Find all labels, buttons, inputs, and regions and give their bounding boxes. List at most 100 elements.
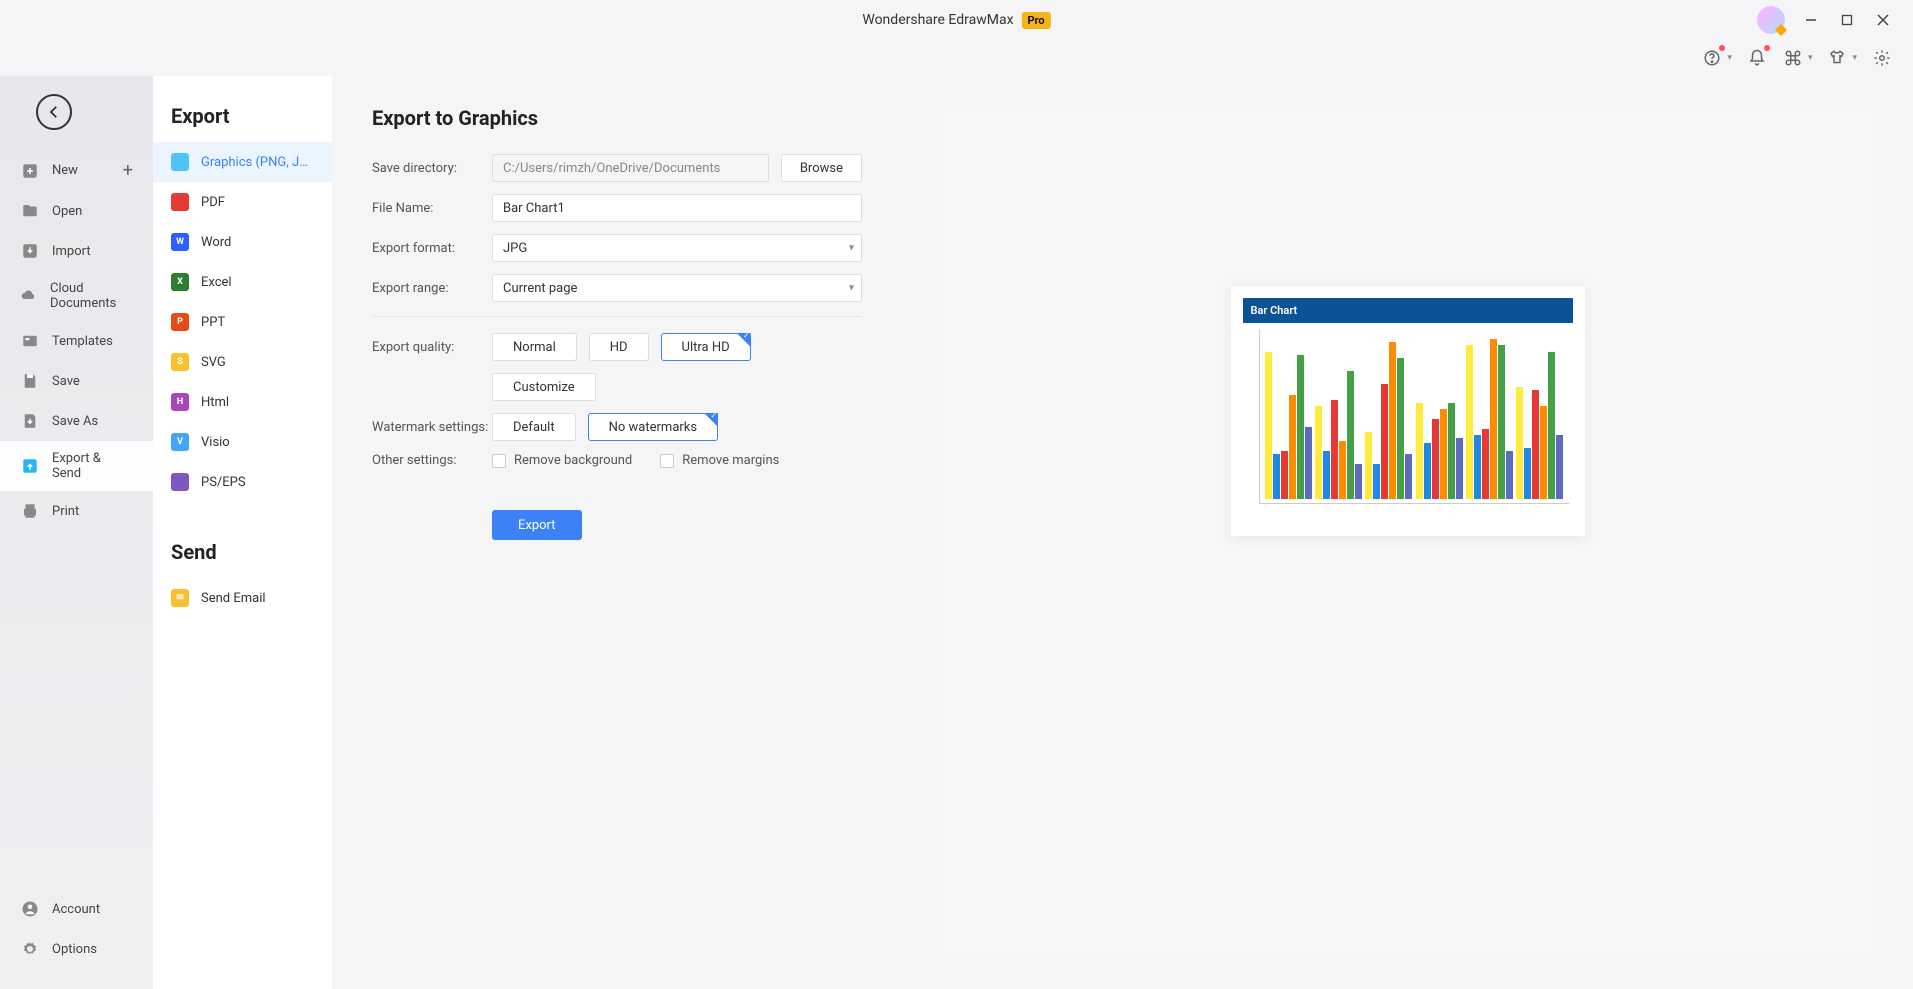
bar [1466, 345, 1473, 499]
bar [1373, 464, 1380, 499]
gear-icon[interactable] [1871, 47, 1893, 69]
maximize-button[interactable] [1837, 10, 1857, 30]
bar [1424, 443, 1431, 499]
help-icon[interactable] [1701, 47, 1723, 69]
nav-new[interactable]: New + [0, 150, 153, 191]
nav-save[interactable]: Save [0, 361, 153, 401]
nav-templates[interactable]: Templates [0, 321, 153, 361]
format-label: PS/EPS [201, 475, 246, 490]
bar [1432, 419, 1439, 499]
chevron-down-icon: ▾ [1852, 53, 1857, 63]
bell-icon[interactable] [1746, 47, 1768, 69]
format-item[interactable]: VVisio [153, 422, 332, 462]
label-export-range: Export range: [372, 281, 492, 296]
nav-label: Save [52, 374, 80, 389]
preview-title: Bar Chart [1243, 298, 1573, 323]
back-button[interactable] [36, 94, 72, 130]
browse-button[interactable]: Browse [781, 154, 862, 182]
mail-icon: ✉ [171, 589, 189, 607]
format-item[interactable]: W Word [153, 222, 332, 262]
nav-label: Open [52, 204, 82, 219]
nav-label: Cloud Documents [50, 281, 133, 311]
export-format-select[interactable] [492, 234, 862, 262]
format-item[interactable]: PPPT [153, 302, 332, 342]
bar [1556, 435, 1563, 499]
bar [1339, 441, 1346, 499]
bar [1281, 451, 1288, 499]
app-title: Wondershare EdrawMax [862, 12, 1013, 28]
export-icon [20, 456, 40, 476]
bar [1289, 395, 1296, 499]
watermark-option[interactable]: No watermarks [588, 413, 718, 441]
bar [1389, 342, 1396, 499]
format-icon: S [171, 353, 189, 371]
format-icon: X [171, 273, 189, 291]
cloud-icon [20, 286, 38, 306]
quality-option[interactable]: Normal [492, 333, 577, 361]
account-icon [20, 899, 40, 919]
save-dir-input[interactable] [492, 154, 769, 182]
print-icon [20, 501, 40, 521]
quality-option[interactable]: HD [589, 333, 649, 361]
file-name-input[interactable] [492, 194, 862, 222]
nav-open[interactable]: Open [0, 191, 153, 231]
preview-panel: Bar Chart [942, 106, 1873, 959]
send-item[interactable]: ✉Send Email [153, 578, 332, 618]
format-item[interactable]: XExcel [153, 262, 332, 302]
nav-print[interactable]: Print [0, 491, 153, 531]
quality-option[interactable]: Ultra HD [661, 333, 751, 361]
close-button[interactable] [1873, 10, 1893, 30]
nav-import[interactable]: Import [0, 231, 153, 271]
nav-label: Export & Send [52, 451, 133, 481]
format-icon [171, 193, 189, 211]
bar [1305, 427, 1312, 499]
nav-account[interactable]: Account [0, 889, 153, 929]
export-button[interactable]: Export [492, 510, 582, 540]
format-item[interactable]: SSVG [153, 342, 332, 382]
nav-label: Print [52, 504, 79, 519]
format-item[interactable]: HHtml [153, 382, 332, 422]
tshirt-icon[interactable] [1826, 47, 1848, 69]
chevron-down-icon: ▾ [1727, 53, 1732, 63]
format-icon: W [171, 233, 189, 251]
label-export-format: Export format: [372, 241, 492, 256]
remove-background-checkbox[interactable]: Remove background [492, 453, 632, 468]
watermark-option[interactable]: Default [492, 413, 576, 441]
bar [1355, 464, 1362, 499]
nav-saveas[interactable]: Save As [0, 401, 153, 441]
format-item[interactable]: Graphics (PNG, JPG et... [153, 142, 332, 182]
plus-icon[interactable]: + [123, 160, 133, 181]
format-icon: H [171, 393, 189, 411]
label-save-dir: Save directory: [372, 161, 492, 176]
customize-button[interactable]: Customize [492, 373, 596, 401]
save-icon [20, 371, 40, 391]
format-icon [171, 473, 189, 491]
format-item[interactable]: PS/EPS [153, 462, 332, 502]
bar-group [1315, 371, 1362, 499]
bar [1347, 371, 1354, 499]
divider [372, 316, 862, 317]
export-range-select[interactable] [492, 274, 862, 302]
label-file-name: File Name: [372, 201, 492, 216]
format-label: Word [201, 235, 231, 250]
bar [1506, 451, 1513, 499]
chevron-down-icon: ▾ [1808, 53, 1813, 63]
toolbar: ▾ ▾ ▾ [0, 40, 1913, 76]
remove-margins-checkbox[interactable]: Remove margins [660, 453, 779, 468]
nav-export-send[interactable]: Export & Send [0, 441, 153, 491]
label-watermark: Watermark settings: [372, 420, 492, 435]
preview-card: Bar Chart [1231, 286, 1585, 536]
command-icon[interactable] [1782, 47, 1804, 69]
chart [1259, 329, 1569, 504]
bar [1540, 406, 1547, 499]
bar [1516, 387, 1523, 499]
avatar[interactable] [1757, 6, 1785, 34]
bar [1315, 406, 1322, 499]
bar [1273, 454, 1280, 499]
minimize-button[interactable] [1801, 10, 1821, 30]
nav-cloud[interactable]: Cloud Documents [0, 271, 153, 321]
format-item[interactable]: PDF [153, 182, 332, 222]
nav-options[interactable]: Options [0, 929, 153, 969]
bar [1381, 384, 1388, 499]
bar [1365, 432, 1372, 499]
